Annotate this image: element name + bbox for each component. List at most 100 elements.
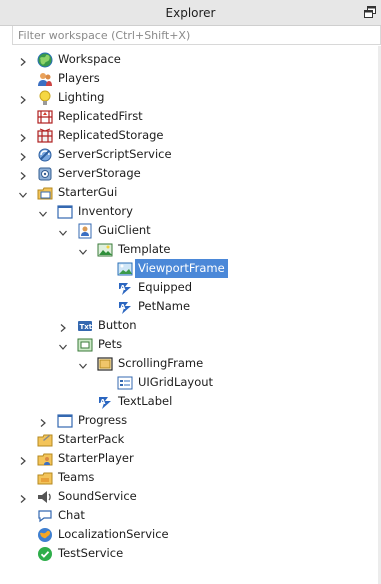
chevron-down-icon[interactable] [78,358,88,369]
svg-text:Txt: Txt [80,323,93,331]
chevron-right-icon[interactable] [18,491,28,503]
starter-gui-icon [37,185,53,201]
local-script-icon [77,223,93,239]
explorer-title-bar: Explorer [0,0,381,26]
speaker-icon [37,489,53,505]
tree-item-label: Pets [98,337,123,351]
tree-item-serverscriptservice[interactable]: ServerScriptService [0,145,381,164]
tree-item-replicatedstorage[interactable]: ReplicatedStorage [0,126,381,145]
tree-item-label: Inventory [78,204,133,218]
lightbulb-icon [37,90,53,106]
checkmark-icon [37,546,53,562]
svg-text:A: A [100,398,106,406]
svg-text:A: A [120,303,126,311]
chevron-right-icon[interactable] [38,415,48,427]
tree-item-label: Workspace [58,52,121,66]
tree-item-replicatedfirst[interactable]: ReplicatedFirst [0,107,381,126]
tree-item-players[interactable]: Players [0,69,381,88]
tree-item-pets[interactable]: Pets [0,335,381,354]
tree-item-template[interactable]: Template [0,240,381,259]
tree-item-label: StarterGui [58,185,118,199]
tree-item-starterpack[interactable]: StarterPack [0,430,381,449]
tree-item-label: Equipped [138,280,193,294]
tree-item-label: Button [98,318,137,332]
tree-item-label: Chat [58,508,85,522]
chevron-down-icon[interactable] [58,339,68,350]
chevron-right-icon[interactable] [58,320,68,332]
server-script-service-icon [37,147,53,163]
chevron-right-icon[interactable] [18,130,28,142]
viewport-frame-icon [117,261,133,277]
tree-item-textlabel[interactable]: A TextLabel [0,392,381,411]
tree-item-label: ViewportFrame [135,259,228,278]
chevron-right-icon[interactable] [18,54,28,66]
tree-item-label: Players [58,71,100,85]
tree-item-chat[interactable]: Chat [0,506,381,525]
text-label-icon: A [117,280,133,296]
tree-item-equipped[interactable]: A Equipped [0,278,381,297]
chevron-right-icon[interactable] [18,168,28,180]
tree-item-uigridlayout[interactable]: UIGridLayout [0,373,381,392]
chevron-right-icon[interactable] [18,92,28,104]
chevron-down-icon[interactable] [38,206,48,217]
tree-item-label: TextLabel [118,394,173,408]
chevron-down-icon[interactable] [78,244,88,255]
tree-item-label: ScrollingFrame [118,356,204,370]
panel-title: Explorer [165,6,216,20]
text-label-icon: A [97,394,113,410]
tree-item-progress[interactable]: Progress [0,411,381,430]
tree-item-label: GuiClient [98,223,151,237]
tree-item-label: StarterPlayer [58,451,134,465]
chevron-down-icon[interactable] [58,225,68,236]
chevron-right-icon[interactable] [18,453,28,465]
tree-item-label: LocalizationService [58,527,169,541]
tree-item-label: UIGridLayout [138,375,214,389]
tree-item-starterplayer[interactable]: StarterPlayer [0,449,381,468]
tree-item-label: ReplicatedStorage [58,128,164,142]
tree-item-inventory[interactable]: Inventory [0,202,381,221]
screen-gui-icon [57,204,73,220]
tree-item-label: Progress [78,413,128,427]
tree-item-label: ServerScriptService [58,147,172,161]
tree-item-label: ReplicatedFirst [58,109,143,123]
scrolling-frame-icon [97,356,113,372]
tree-item-localizationservice[interactable]: LocalizationService [0,525,381,544]
chevron-right-icon[interactable] [18,149,28,161]
tree-item-lighting[interactable]: Lighting [0,88,381,107]
screen-gui-icon [57,413,73,429]
tree-item-startergui[interactable]: StarterGui [0,183,381,202]
replicated-storage-icon [37,128,53,144]
text-label-icon: A [117,299,133,315]
starter-pack-icon [37,432,53,448]
tree-item-scrollingframe[interactable]: ScrollingFrame [0,354,381,373]
dock-window-icon[interactable] [364,6,376,18]
tree-item-label: TestService [58,546,124,560]
tree-item-soundservice[interactable]: SoundService [0,487,381,506]
tree-item-guiclient[interactable]: GuiClient [0,221,381,240]
starter-player-icon [37,451,53,467]
explorer-tree: Workspace Players Lighting ReplicatedFirst R… [0,50,381,563]
tree-item-label: SoundService [58,489,137,503]
players-icon [37,71,53,87]
tree-item-petname[interactable]: A PetName [0,297,381,316]
tree-item-label: StarterPack [58,432,125,446]
tree-item-teams[interactable]: Teams [0,468,381,487]
tree-item-workspace[interactable]: Workspace [0,50,381,69]
tree-item-label: ServerStorage [58,166,141,180]
replicated-first-icon [37,109,53,125]
tree-item-serverstorage[interactable]: ServerStorage [0,164,381,183]
text-button-icon: Txt [77,318,93,334]
tree-item-label: Teams [58,470,95,484]
tree-item-label: Template [118,242,171,256]
tree-item-testservice[interactable]: TestService [0,544,381,563]
tree-item-label: Lighting [58,90,105,104]
teams-icon [37,470,53,486]
server-storage-icon [37,166,53,182]
chevron-down-icon[interactable] [18,187,28,198]
frame-icon [77,337,93,353]
chat-icon [37,508,53,524]
filter-workspace-input[interactable] [12,26,381,45]
localization-icon [37,527,53,543]
tree-item-button[interactable]: Txt Button [0,316,381,335]
tree-item-viewportframe[interactable]: ViewportFrame [0,259,381,278]
